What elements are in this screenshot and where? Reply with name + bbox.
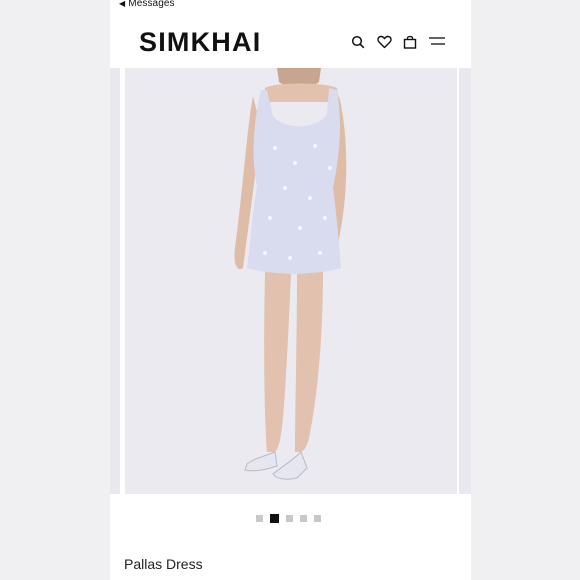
menu-icon[interactable] [428, 34, 446, 50]
next-image-peek[interactable] [459, 68, 471, 494]
pagination-dot[interactable] [314, 515, 321, 522]
gallery-pagination [256, 514, 321, 523]
pagination-dot-active[interactable] [270, 514, 279, 523]
phone-screen: ◀ Messages SIMKHAI Pallas Dress [110, 0, 471, 580]
previous-image-peek[interactable] [110, 68, 120, 494]
brand-logo[interactable]: SIMKHAI [139, 27, 261, 58]
model-dress-illustration [125, 68, 457, 494]
product-image-gallery[interactable] [110, 68, 471, 494]
pagination-dot[interactable] [256, 515, 263, 522]
pagination-dot[interactable] [300, 515, 307, 522]
search-icon[interactable] [350, 34, 366, 50]
left-background [0, 0, 110, 580]
product-title: Pallas Dress [124, 556, 203, 572]
pagination-dot[interactable] [286, 515, 293, 522]
back-label: Messages [128, 0, 175, 9]
product-image[interactable] [125, 68, 457, 494]
header-actions [350, 34, 446, 50]
back-to-messages-link[interactable]: ◀ Messages [119, 0, 175, 9]
bag-icon[interactable] [402, 34, 418, 50]
heart-icon[interactable] [376, 34, 392, 50]
right-background [471, 0, 580, 580]
back-arrow-icon: ◀ [119, 0, 126, 8]
